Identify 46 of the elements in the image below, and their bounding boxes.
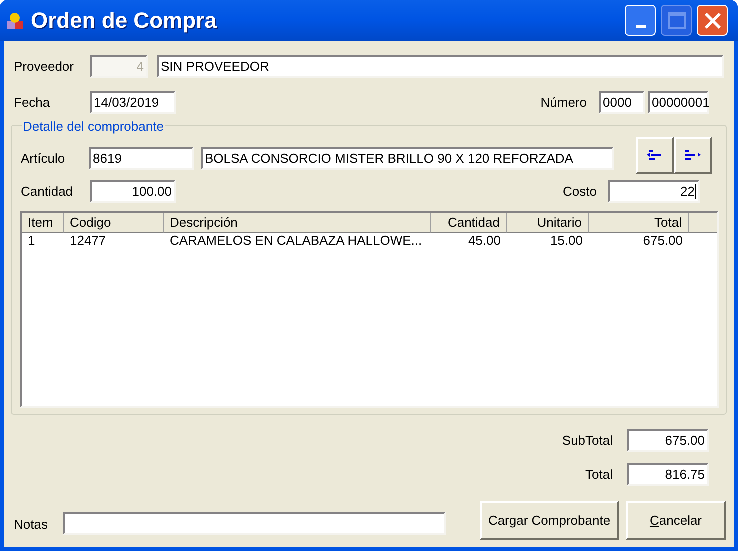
field-label: SubTotal [562, 432, 613, 450]
field-label: Cantidad [20, 182, 74, 201]
input-field[interactable]: 14/03/2019 [90, 91, 176, 114]
move-left-button[interactable] [636, 137, 674, 174]
field-label: Número [540, 94, 587, 112]
input-field[interactable] [63, 512, 446, 535]
move-right-button[interactable] [674, 137, 712, 174]
field-label: Artículo [20, 150, 66, 168]
table-cell-text: 45.00 [467, 233, 502, 249]
table-cell-text: 1 [27, 233, 36, 249]
field-label: Proveedor [13, 58, 75, 76]
maximize-icon [668, 12, 686, 29]
table-cell-text: CARAMELOS EN CALABAZA HALLOWE... [169, 233, 424, 249]
window-title: Orden de Compra [31, 7, 217, 35]
table-cell-text: 15.00 [549, 233, 584, 249]
field-label: Total [586, 466, 613, 484]
table-cell-text: 675.00 [642, 233, 684, 249]
column-header[interactable]: Unitario [507, 213, 589, 233]
minimize-button[interactable] [625, 5, 656, 36]
input-field[interactable]: 100.00 [90, 180, 176, 203]
input-field[interactable]: BOLSA CONSORCIO MISTER BRILLO 90 X 120 REFORZADA [201, 147, 614, 170]
table-cell-text: 12477 [69, 233, 108, 249]
field-label: Fecha [13, 94, 52, 112]
column-header[interactable]: Descripción [164, 213, 431, 233]
column-header[interactable]: Total [589, 213, 689, 233]
column-header[interactable]: Item [22, 213, 64, 233]
input-field[interactable]: SIN PROVEEDOR [157, 55, 724, 78]
dialog-button[interactable]: Cancelar [626, 501, 726, 540]
input-field[interactable]: 00000001 [648, 91, 709, 114]
minimize-icon [636, 25, 646, 28]
field-label: Notas [13, 516, 49, 534]
input-field[interactable]: 0000 [599, 91, 645, 114]
field-value: 22 [680, 183, 695, 201]
app-icon [5, 10, 25, 30]
column-header[interactable]: Cantidad [431, 213, 507, 233]
arrow-left-lines-icon [647, 150, 663, 162]
input-field[interactable]: 816.75 [627, 463, 709, 486]
dialog-button[interactable]: Cargar Comprobante [480, 501, 619, 540]
input-field[interactable]: 8619 [89, 147, 194, 170]
close-icon [704, 12, 722, 30]
arrow-right-lines-icon [685, 150, 701, 162]
close-button[interactable] [697, 5, 728, 36]
column-header[interactable]: Codigo [64, 213, 164, 233]
input-field[interactable]: 22 [608, 180, 700, 203]
field-label: Costo [563, 182, 597, 201]
input-field[interactable]: 675.00 [627, 429, 709, 452]
